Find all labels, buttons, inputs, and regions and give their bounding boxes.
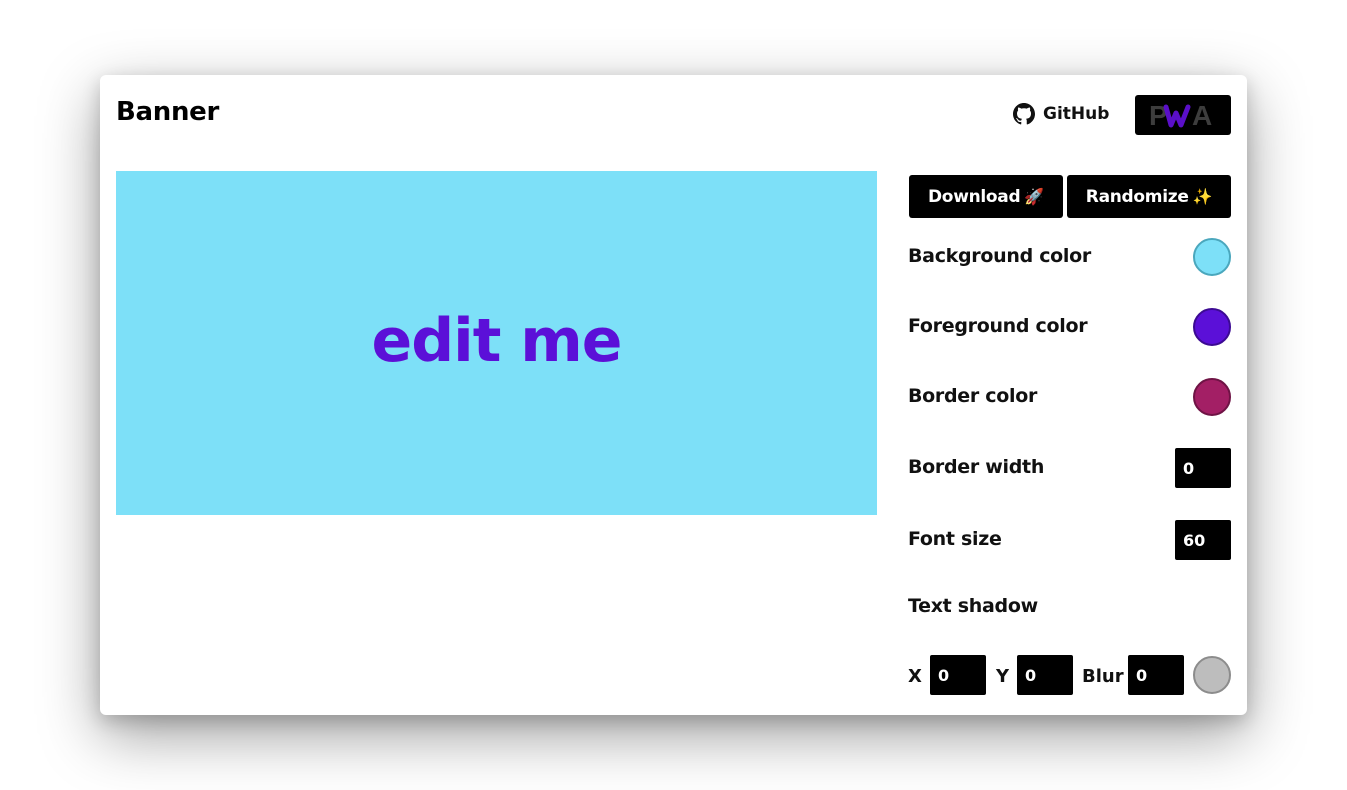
shadow-x-label: X: [908, 666, 922, 687]
github-label: GitHub: [1043, 104, 1110, 124]
border-color-picker[interactable]: [1193, 378, 1231, 416]
download-button[interactable]: Download 🚀: [909, 175, 1063, 218]
svg-text:A: A: [1192, 101, 1212, 129]
background-color-picker[interactable]: [1193, 238, 1231, 276]
border-width-label: Border width: [908, 456, 1045, 478]
shadow-y-input[interactable]: [1017, 655, 1073, 695]
font-size-input[interactable]: [1175, 520, 1231, 560]
rocket-icon: 🚀: [1024, 187, 1044, 206]
font-size-label: Font size: [908, 528, 1002, 550]
sparkles-icon: ✨: [1192, 187, 1213, 206]
randomize-button[interactable]: Randomize ✨: [1067, 175, 1231, 218]
page-title: Banner: [116, 97, 220, 127]
github-link[interactable]: GitHub: [1013, 102, 1109, 126]
shadow-blur-label: Blur: [1082, 666, 1124, 687]
pwa-logo-icon: P A: [1149, 101, 1212, 129]
foreground-color-label: Foreground color: [908, 315, 1088, 337]
banner-preview[interactable]: edit me: [116, 171, 877, 515]
download-label: Download: [928, 186, 1021, 207]
banner-text[interactable]: edit me: [372, 311, 623, 371]
shadow-x-input[interactable]: [930, 655, 986, 695]
app-card: Banner GitHub P A edit me Download 🚀 Ran…: [100, 75, 1247, 715]
foreground-color-picker[interactable]: [1193, 308, 1231, 346]
border-width-input[interactable]: [1175, 448, 1231, 488]
text-shadow-label: Text shadow: [908, 595, 1038, 617]
shadow-y-label: Y: [996, 666, 1010, 687]
randomize-label: Randomize: [1085, 186, 1189, 207]
shadow-blur-input[interactable]: [1128, 655, 1184, 695]
background-color-label: Background color: [908, 245, 1091, 267]
border-color-label: Border color: [908, 385, 1038, 407]
github-icon: [1013, 103, 1035, 125]
shadow-color-picker[interactable]: [1193, 656, 1231, 694]
pwa-logo[interactable]: P A: [1135, 95, 1231, 135]
